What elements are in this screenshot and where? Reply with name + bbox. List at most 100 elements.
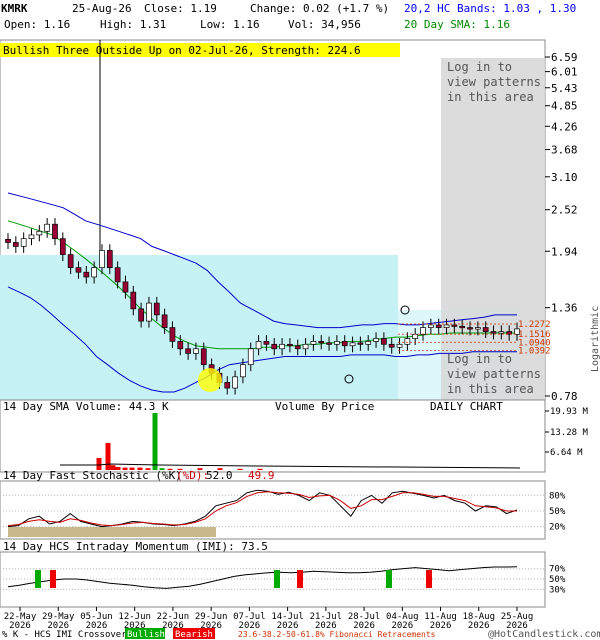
level-label: 1.2272 <box>518 320 551 330</box>
candle-body <box>412 333 419 339</box>
imi-tick-label: 70% <box>549 565 566 575</box>
imi-bullish-2 <box>274 570 280 588</box>
candle-body <box>271 343 278 350</box>
candle-body <box>341 341 348 347</box>
volume-tick-label: 13.28 M <box>550 428 589 438</box>
imi-tick-label: 30% <box>549 585 566 595</box>
candle-body <box>130 291 137 310</box>
footer-prefix: % K - HCS IMI Crossover: <box>2 630 132 640</box>
daily-chart-label: DAILY CHART <box>430 400 503 413</box>
candle-body <box>247 348 254 366</box>
volume-by-price-label: Volume By Price <box>275 400 374 413</box>
candle-body <box>287 343 293 347</box>
candle-body <box>240 364 246 378</box>
footer-copyright: @HotCandlestick.com <box>488 629 600 640</box>
price-tick-label: 0.78 <box>551 390 578 403</box>
candle-body <box>318 341 325 344</box>
candle-body <box>279 343 285 350</box>
login-line-1: Log in to <box>447 60 512 74</box>
log-axis-label: Logarithmic <box>590 306 600 372</box>
price-tick-label: 1.36 <box>551 302 578 315</box>
candle-body <box>83 271 90 278</box>
candle-body <box>294 345 301 350</box>
candle-body <box>153 302 160 316</box>
candle-body <box>365 341 372 345</box>
imi-tick-label: 50% <box>549 575 566 585</box>
candle-body <box>200 348 207 366</box>
x-axis: 22-May202629-May202605-Jun202612-Jun2026… <box>4 607 533 631</box>
candle-body <box>467 327 473 330</box>
candle-body <box>396 343 403 348</box>
candle-body <box>404 338 411 345</box>
candle-body <box>357 342 364 345</box>
pattern-banner: Bullish Three Outside Up on 02-Jul-26, S… <box>3 44 361 57</box>
candle-body <box>36 230 43 236</box>
candle-body <box>443 324 450 328</box>
candle-body <box>91 267 97 278</box>
price-tick-label: 5.43 <box>551 82 578 95</box>
candle-body <box>122 281 129 293</box>
price-tick-label: 4.26 <box>551 120 578 133</box>
candle-body <box>435 324 442 328</box>
volume-bar <box>237 468 243 470</box>
login-line-3b: in this area <box>447 382 534 396</box>
candle-body <box>106 250 113 268</box>
candle-body <box>146 302 152 322</box>
candle-body <box>349 342 356 347</box>
candle-body <box>67 254 74 268</box>
candle-body <box>326 342 332 345</box>
stochastic-d-value: 49.9 <box>248 469 275 482</box>
candle-body <box>474 327 481 330</box>
login-line-3: in this area <box>447 90 534 104</box>
level-label: 1.0392 <box>518 346 551 356</box>
candle-body <box>459 325 466 329</box>
candle-body <box>498 331 505 334</box>
candle-body <box>310 341 317 345</box>
stochastic-d-label: (%D): <box>176 469 209 482</box>
candle-body <box>420 327 426 335</box>
candle-body <box>388 343 395 348</box>
candle-body <box>44 223 51 232</box>
candle-body <box>451 324 458 327</box>
stochastic-k-value: 52.0 <box>206 469 233 482</box>
price-tick-label: 2.52 <box>551 204 578 217</box>
login-line-2: view patterns <box>447 75 541 89</box>
footer-bearish: Bearish <box>175 630 213 640</box>
candle-body <box>490 331 497 334</box>
candle-body <box>428 324 434 328</box>
x-tick-year: 2026 <box>468 621 490 631</box>
candle-body <box>138 308 144 322</box>
volume-tick-label: 6.64 M <box>550 448 583 458</box>
candle-body <box>185 348 191 354</box>
price-tick-label: 1.94 <box>551 245 578 258</box>
stochastic-title: 14 Day Fast Stochastic (%K) <box>3 469 182 482</box>
volume-tick-label: 19.93 M <box>550 407 589 417</box>
candle-body <box>28 234 35 240</box>
candle-body <box>99 250 105 268</box>
candle-body <box>373 338 379 342</box>
stochastic-tick-label: 80% <box>549 491 566 501</box>
stochastic-tick-label: 50% <box>549 507 566 517</box>
login-line-2b: view patterns <box>447 367 541 381</box>
stochastic-oversold-area <box>8 527 216 537</box>
footer-fib: 23.6-38.2-50-61.8% Fibonacci Retracement… <box>238 630 436 639</box>
imi-bearish-2 <box>297 570 303 588</box>
candle-body <box>255 341 262 350</box>
candle-body <box>263 341 270 345</box>
candle-body <box>12 242 19 247</box>
volume-ticks: 19.93 M 13.28 M 6.64 M <box>545 407 589 458</box>
price-tick-label: 6.59 <box>551 51 578 64</box>
price-tick-label: 4.85 <box>551 100 578 113</box>
volume-title: 14 Day SMA Volume: 44.3 K <box>3 400 169 413</box>
candle-body <box>161 314 168 328</box>
price-tick-label: 3.68 <box>551 144 578 157</box>
candle-body <box>482 327 489 332</box>
pattern-highlight <box>198 368 222 392</box>
candle-body <box>224 381 231 389</box>
candle-body <box>114 267 121 283</box>
candle-body <box>232 376 238 389</box>
candle-body <box>59 238 66 255</box>
candle-body <box>381 338 387 345</box>
imi-title: 14 Day HCS Intraday Momentum (IMI): 73.5 <box>3 540 268 553</box>
candle-body <box>75 267 82 273</box>
